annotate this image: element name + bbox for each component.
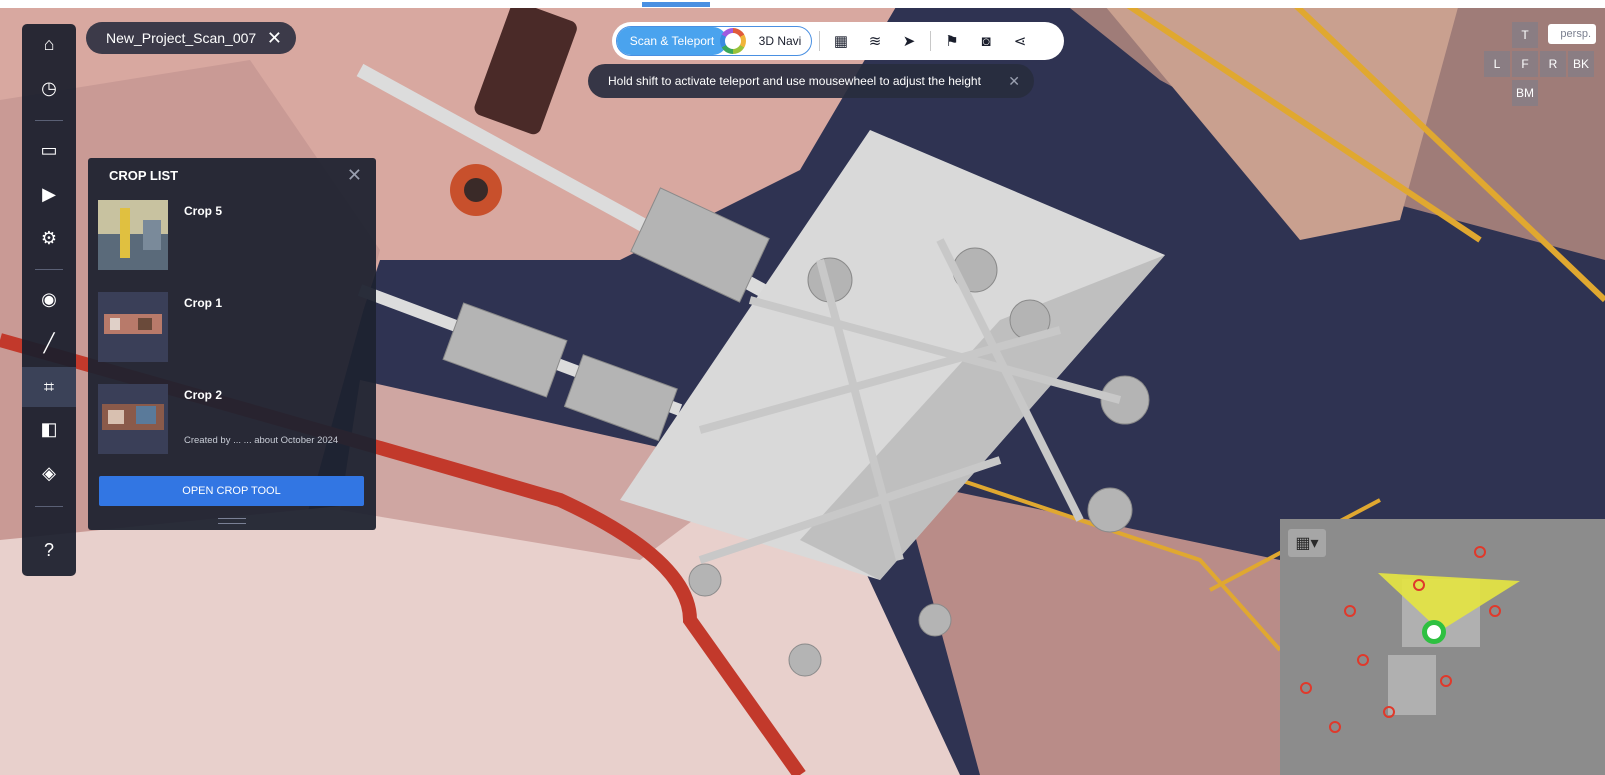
top-toolbar: Scan & Teleport 3D Navi ▦ ≋ ➤ ⚑ ◙ ⋖ [612, 22, 1064, 60]
crop-icon[interactable]: ⌗ [22, 367, 76, 407]
crop-thumbnail [98, 200, 168, 270]
crop-meta: Created by ... ... about October 2024 [184, 435, 339, 446]
crop-thumbnail [98, 384, 168, 454]
perspective-toggle[interactable]: persp. [1548, 24, 1596, 44]
mode-switch-knob-icon[interactable] [720, 28, 746, 54]
scan-position-marker[interactable] [1440, 675, 1452, 687]
grid-icon[interactable]: ▦ [826, 26, 856, 56]
ruler-icon[interactable]: ╱ [22, 323, 76, 363]
scan-position-marker[interactable] [1329, 721, 1341, 733]
crop-list-item[interactable]: Crop 2 Created by ... ... about October … [88, 376, 376, 468]
scan-position-marker[interactable] [1300, 682, 1312, 694]
scan-position-marker[interactable] [1489, 605, 1501, 617]
camera-icon[interactable]: ◙ [971, 26, 1001, 56]
toolbar-divider [819, 31, 820, 51]
scan-position-marker[interactable] [1413, 579, 1425, 591]
teleport-hint-banner: Hold shift to activate teleport and use … [588, 64, 1034, 98]
view-right-button[interactable]: R [1540, 51, 1566, 77]
help-icon[interactable]: ? [22, 530, 76, 570]
project-name: New_Project_Scan_007 [106, 30, 257, 46]
crop-list-item[interactable]: Crop 5 [88, 192, 376, 284]
loading-indicator [642, 2, 710, 7]
scan-position-marker[interactable] [1474, 546, 1486, 558]
hint-text: Hold shift to activate teleport and use … [608, 74, 981, 88]
sidebar-divider [35, 120, 63, 121]
crop-name: Crop 1 [184, 296, 223, 310]
layers-icon[interactable]: ◈ [22, 453, 76, 493]
scan-position-marker[interactable] [1344, 605, 1356, 617]
navigation-mode-toggle[interactable]: Scan & Teleport 3D Navi [616, 26, 812, 56]
sidebar-divider [35, 506, 63, 507]
view-top-button[interactable]: T [1512, 22, 1538, 48]
close-icon[interactable]: ✕ [267, 28, 282, 49]
pointer-icon[interactable]: ➤ [894, 26, 924, 56]
view-left-button[interactable]: L [1484, 51, 1510, 77]
current-position-marker [1422, 620, 1446, 644]
flag-icon[interactable]: ⚑ [937, 26, 967, 56]
3d-navi-button[interactable]: 3D Navi [751, 27, 809, 55]
home-icon[interactable]: ⌂ [22, 24, 76, 64]
minimap-shapes [1378, 573, 1520, 715]
scan-teleport-button[interactable]: Scan & Teleport [617, 27, 727, 55]
view-front-button[interactable]: F [1512, 51, 1538, 77]
close-icon[interactable]: ✕ [347, 165, 362, 186]
crop-thumbnail [98, 292, 168, 362]
gear-icon[interactable]: ⚙ [22, 218, 76, 258]
crop-name: Crop 2 [184, 388, 223, 402]
sidebar-divider [35, 269, 63, 270]
crop-list-panel: CROP LIST ✕ Crop 5 Crop 1 Crop 2 Created… [88, 158, 376, 530]
share-icon[interactable]: ⋖ [1005, 26, 1035, 56]
scan-position-marker[interactable] [1383, 706, 1395, 718]
top-strip [0, 0, 1605, 8]
crop-name: Crop 5 [184, 204, 223, 218]
compare-icon[interactable]: ◧ [22, 409, 76, 449]
view-bottom-button[interactable]: BM [1512, 80, 1538, 106]
project-file-tab[interactable]: New_Project_Scan_007 ✕ [86, 22, 296, 54]
minimap[interactable]: ▦▾ [1280, 519, 1605, 775]
resize-handle[interactable] [218, 518, 246, 524]
close-icon[interactable]: ✕ [1008, 73, 1020, 90]
sidebar: ⌂ ◷ ▭ ▶ ⚙ ◉ ╱ ⌗ ◧ ◈ ? [22, 24, 76, 576]
location-pin-icon[interactable]: ◉ [22, 279, 76, 319]
open-crop-tool-button[interactable]: OPEN CROP TOOL [99, 476, 364, 506]
toolbar-divider [930, 31, 931, 51]
crop-list-item[interactable]: Crop 1 [88, 284, 376, 376]
clock-icon[interactable]: ◷ [22, 68, 76, 108]
monitor-icon[interactable]: ▭ [22, 130, 76, 170]
scan-position-marker[interactable] [1357, 654, 1369, 666]
view-back-button[interactable]: BK [1568, 51, 1594, 77]
layers-icon[interactable]: ≋ [860, 26, 890, 56]
minimap-grid-button[interactable]: ▦▾ [1288, 529, 1326, 557]
video-camera-icon[interactable]: ▶ [22, 174, 76, 214]
crop-list-title: CROP LIST [109, 167, 179, 183]
